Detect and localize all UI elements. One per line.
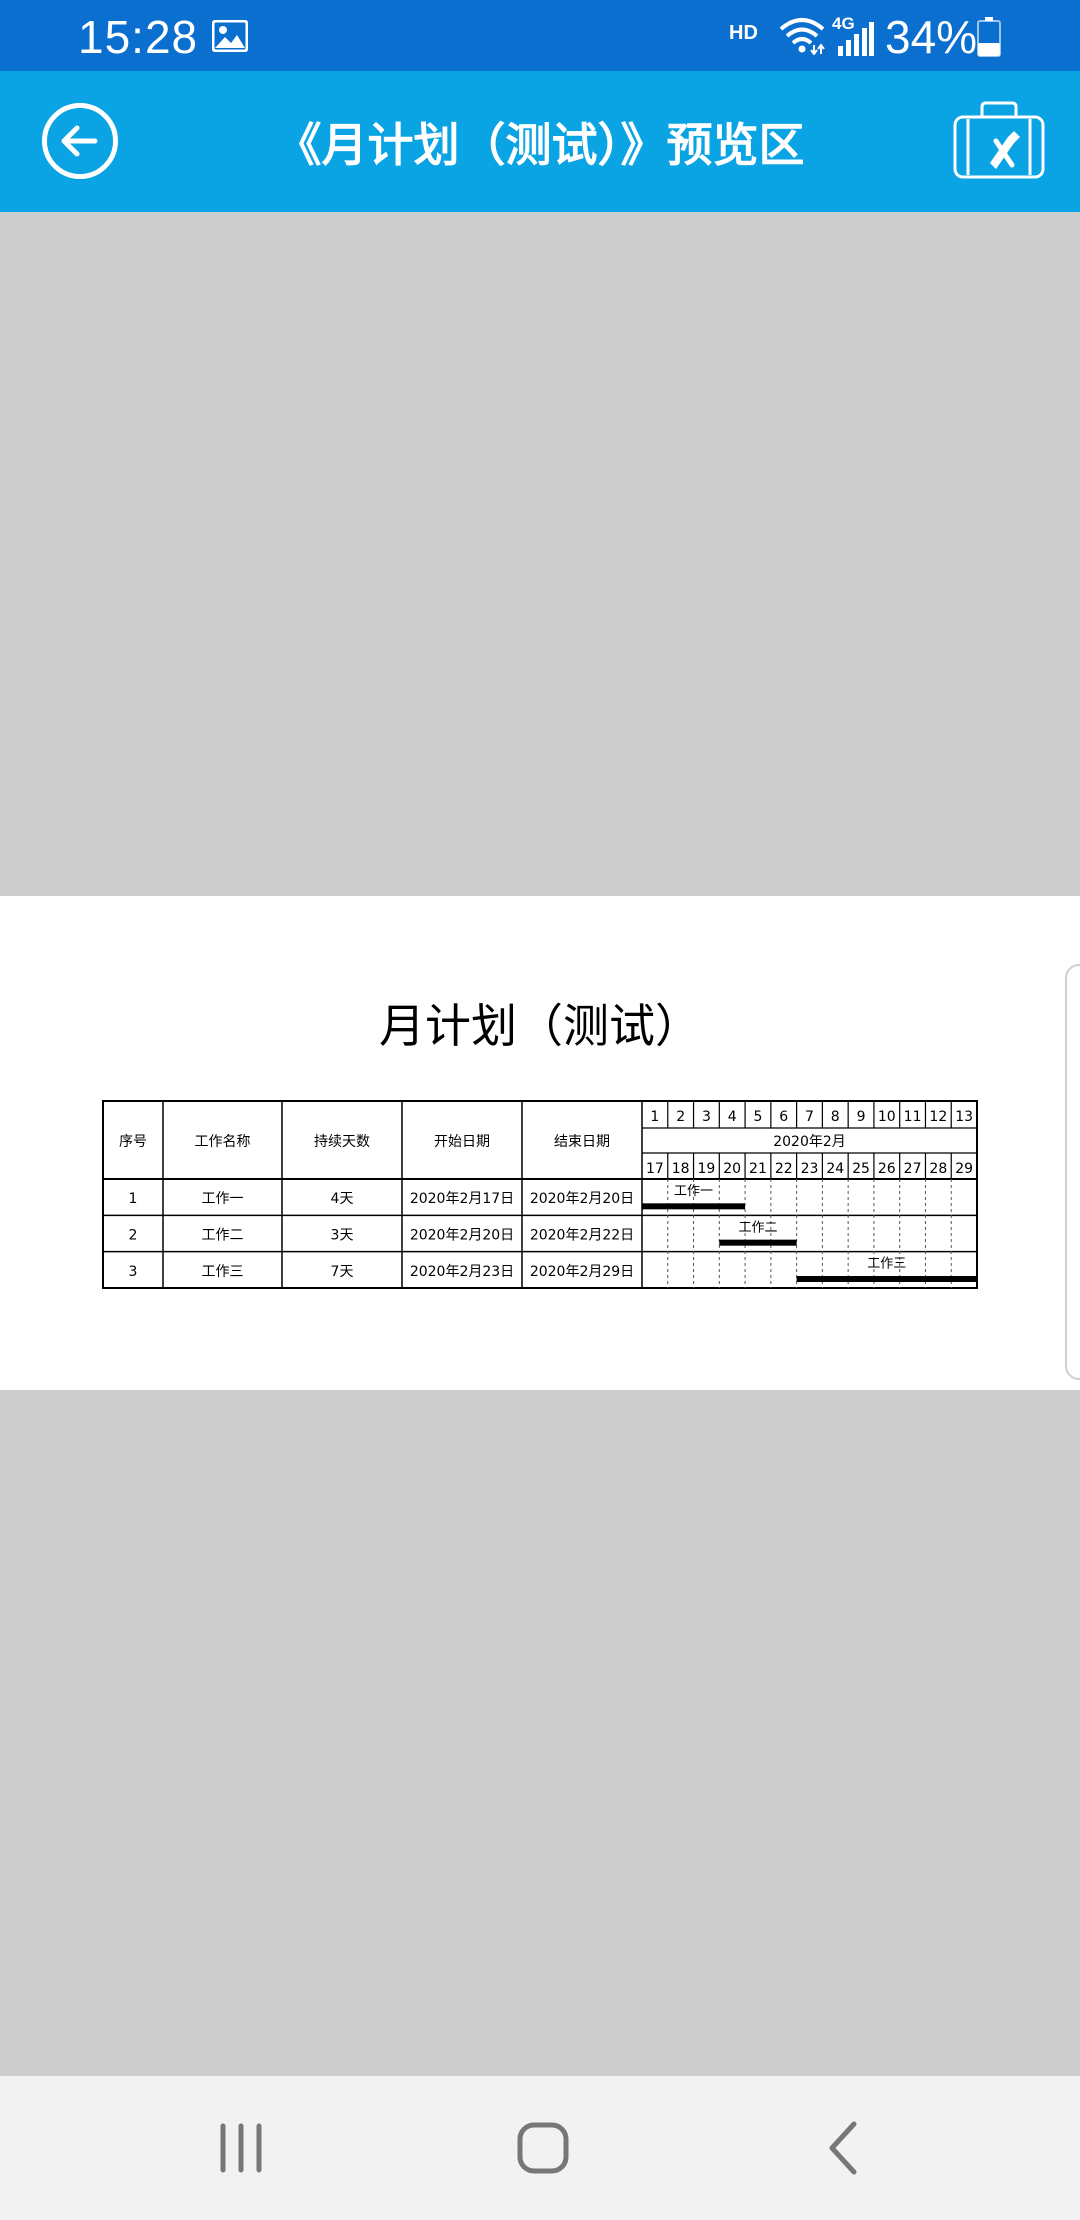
week-number-label: 11 [904,1109,922,1125]
day-label: 18 [672,1161,690,1177]
day-label: 21 [749,1161,767,1177]
day-label: 28 [929,1161,947,1177]
week-number-label: 2 [676,1109,685,1125]
gantt-bar [642,1203,746,1210]
task-name: 工作二 [202,1228,244,1244]
gantt-bar [796,1276,977,1282]
week-number-label: 6 [779,1109,788,1125]
day-label: 17 [646,1161,664,1177]
start-date: 2020年2月17日 [410,1191,514,1207]
week-number-label: 1 [650,1109,659,1125]
week-number-label: 4 [728,1109,737,1125]
month-label: 2020年2月 [773,1134,846,1150]
column-header: 序号 [119,1134,147,1150]
column-header: 工作名称 [195,1134,251,1150]
start-date: 2020年2月20日 [410,1228,514,1244]
task-duration: 3天 [331,1228,354,1244]
day-label: 27 [904,1161,922,1177]
week-number-label: 12 [929,1109,947,1125]
back-icon[interactable] [808,2112,880,2184]
column-header: 持续天数 [314,1133,370,1150]
end-date: 2020年2月29日 [530,1264,634,1280]
week-number-label: 13 [955,1109,973,1125]
week-number-label: 9 [857,1109,866,1125]
task-duration: 4天 [331,1191,354,1207]
system-nav-bar [0,2076,1080,2220]
gantt-bar [719,1239,797,1246]
gantt-bar-label: 工作一 [674,1184,713,1199]
row-index: 1 [129,1191,138,1207]
column-header: 开始日期 [434,1134,490,1150]
task-name: 工作三 [202,1264,244,1280]
recent-apps-icon[interactable] [205,2112,277,2184]
gantt-table: 序号 工作名称 持续天数 开始日期 结束日期1 2 3 4 5 6 7 8 9 10 11 12 132020年… [102,1100,978,1289]
day-label: 23 [801,1161,819,1177]
day-label: 29 [955,1161,973,1177]
week-number-label: 8 [831,1109,840,1125]
column-header: 结束日期 [554,1134,610,1150]
row-index: 3 [129,1264,138,1280]
day-label: 24 [826,1161,844,1177]
day-label: 22 [775,1161,793,1177]
day-label: 25 [852,1161,870,1177]
day-label: 20 [723,1161,741,1177]
week-number-label: 5 [754,1109,763,1125]
week-number-label: 10 [878,1109,896,1125]
week-number-label: 7 [805,1109,814,1125]
row-index: 2 [129,1228,138,1244]
week-number-label: 3 [702,1109,711,1125]
start-date: 2020年2月23日 [410,1264,514,1280]
end-date: 2020年2月22日 [530,1228,634,1244]
gantt-bar-label: 工作二 [738,1220,777,1235]
task-duration: 7天 [331,1264,354,1280]
day-label: 19 [698,1161,716,1177]
end-date: 2020年2月20日 [530,1191,634,1207]
home-icon[interactable] [507,2112,579,2184]
gantt-bar-label: 工作三 [867,1257,906,1272]
task-name: 工作一 [202,1191,244,1207]
day-label: 26 [878,1161,896,1177]
